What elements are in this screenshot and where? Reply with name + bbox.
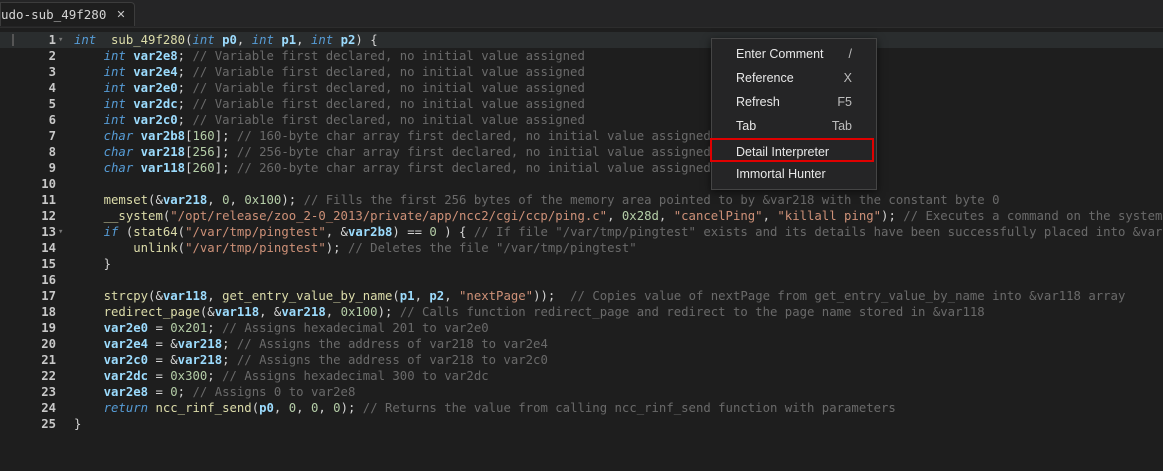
- code-line[interactable]: 22 var2dc = 0x300; // Assigns hexadecima…: [0, 368, 1163, 384]
- line-number: 3: [48, 65, 56, 79]
- gutter-marker: [12, 34, 22, 46]
- code-line[interactable]: 24 return ncc_rinf_send(p0, 0, 0, 0); //…: [0, 400, 1163, 416]
- line-number: 4: [48, 81, 56, 95]
- line-number: 5: [48, 97, 56, 111]
- code-line[interactable]: 15 }: [0, 256, 1163, 272]
- menu-item-tab[interactable]: Tab Tab: [712, 114, 876, 138]
- code-line[interactable]: 23 var2e8 = 0; // Assigns 0 to var2e8: [0, 384, 1163, 400]
- code-line[interactable]: 9 char var118[260]; // 260-byte char arr…: [0, 160, 1163, 176]
- line-number: 11: [41, 193, 56, 207]
- code-line[interactable]: 16: [0, 272, 1163, 288]
- menu-item-label: Reference: [736, 71, 794, 85]
- code-line[interactable]: 3 int var2e4; // Variable first declared…: [0, 64, 1163, 80]
- code-line[interactable]: 21 var2c0 = &var218; // Assigns the addr…: [0, 352, 1163, 368]
- code-text: return ncc_rinf_send(p0, 0, 0, 0); // Re…: [103, 401, 896, 415]
- code-text: }: [74, 417, 82, 431]
- context-menu: Enter Comment / Reference X Refresh F5 Tab Tab D…: [710, 38, 877, 190]
- code-text: int var2e0; // Variable first declared, …: [103, 81, 585, 95]
- menu-item-shortcut: Tab: [831, 119, 852, 133]
- line-number: 15: [41, 257, 56, 271]
- code-text: int sub_49f280(int p0, int p1, int p2) {: [74, 33, 378, 47]
- code-line[interactable]: 25}: [0, 416, 1163, 432]
- code-text: char var2b8[160]; // 160-byte char array…: [103, 129, 711, 143]
- code-text: int var2dc; // Variable first declared, …: [103, 97, 585, 111]
- line-number: 13: [41, 225, 56, 239]
- code-line[interactable]: 5 int var2dc; // Variable first declared…: [0, 96, 1163, 112]
- code-line[interactable]: 19 var2e0 = 0x201; // Assigns hexadecima…: [0, 320, 1163, 336]
- line-number: 6: [48, 113, 56, 127]
- fold-icon[interactable]: ▾: [58, 32, 68, 48]
- code-line[interactable]: 7 char var2b8[160]; // 160-byte char arr…: [0, 128, 1163, 144]
- fold-icon[interactable]: ▾: [58, 224, 68, 240]
- close-icon[interactable]: ✕: [116, 8, 125, 21]
- code-text: unlink("/var/tmp/pingtest"); // Deletes …: [133, 241, 637, 255]
- code-text: var2e8 = 0; // Assigns 0 to var2e8: [103, 385, 356, 399]
- menu-item-detail-interpreter[interactable]: Detail Interpreter: [710, 138, 874, 162]
- code-text: var2c0 = &var218; // Assigns the address…: [103, 353, 548, 367]
- tab-pseudocode[interactable]: udo-sub_49f280 ✕: [0, 2, 135, 26]
- line-number: 24: [41, 401, 56, 415]
- line-number: 1: [48, 33, 56, 47]
- code-text: redirect_page(&var118, &var218, 0x100); …: [103, 305, 985, 319]
- menu-item-label: Immortal Hunter: [736, 167, 826, 181]
- line-number: 21: [41, 353, 56, 367]
- code-line[interactable]: 14 unlink("/var/tmp/pingtest"); // Delet…: [0, 240, 1163, 256]
- code-line[interactable]: 1 ▾ int sub_49f280(int p0, int p1, int p2)…: [0, 32, 1163, 48]
- code-line[interactable]: 10: [0, 176, 1163, 192]
- code-line[interactable]: 4 int var2e0; // Variable first declared…: [0, 80, 1163, 96]
- menu-item-label: Refresh: [736, 95, 780, 109]
- code-line[interactable]: 17 strcpy(&var118, get_entry_value_by_na…: [0, 288, 1163, 304]
- code-text: int var2e8; // Variable first declared, …: [103, 49, 585, 63]
- code-line[interactable]: 12 __system("/opt/release/zoo_2-0_2013/p…: [0, 208, 1163, 224]
- line-number: 20: [41, 337, 56, 351]
- line-number: 7: [48, 129, 56, 143]
- code-line[interactable]: 2 int var2e8; // Variable first declared…: [0, 48, 1163, 64]
- menu-item-label: Enter Comment: [736, 47, 824, 61]
- menu-item-shortcut: X: [843, 71, 852, 85]
- line-number: 10: [41, 177, 56, 191]
- menu-item-enter-comment[interactable]: Enter Comment /: [712, 42, 876, 66]
- menu-item-label: Detail Interpreter: [736, 145, 830, 159]
- code-text: char var218[256]; // 256-byte char array…: [103, 145, 711, 159]
- code-editor[interactable]: 1 ▾ int sub_49f280(int p0, int p1, int p2)…: [0, 30, 1163, 471]
- code-text: char var118[260]; // 260-byte char array…: [103, 161, 711, 175]
- line-number: 2: [48, 49, 56, 63]
- code-line[interactable]: 13 ▾ if (stat64("/var/tmp/pingtest", &var…: [0, 224, 1163, 240]
- code-text: __system("/opt/release/zoo_2-0_2013/priv…: [103, 209, 1163, 223]
- code-text: strcpy(&var118, get_entry_value_by_name(…: [103, 289, 1126, 303]
- line-number: 18: [41, 305, 56, 319]
- code-text: int var2c0; // Variable first declared, …: [103, 113, 585, 127]
- menu-item-reference[interactable]: Reference X: [712, 66, 876, 90]
- code-line[interactable]: 8 char var218[256]; // 256-byte char arr…: [0, 144, 1163, 160]
- code-text: }: [74, 257, 112, 271]
- line-number: 17: [41, 289, 56, 303]
- line-number: 9: [48, 161, 56, 175]
- line-number: 14: [41, 241, 56, 255]
- code-text: if (stat64("/var/tmp/pingtest", &var2b8)…: [103, 225, 1163, 239]
- line-number: 25: [41, 417, 56, 431]
- menu-item-shortcut: /: [848, 47, 852, 61]
- code-line[interactable]: 6 int var2c0; // Variable first declared…: [0, 112, 1163, 128]
- code-text: memset(&var218, 0, 0x100); // Fills the …: [103, 193, 1000, 207]
- code-text: int var2e4; // Variable first declared, …: [103, 65, 585, 79]
- line-number: 22: [41, 369, 56, 383]
- line-number: 23: [41, 385, 56, 399]
- code-line[interactable]: 20 var2e4 = &var218; // Assigns the addr…: [0, 336, 1163, 352]
- tab-bar: udo-sub_49f280 ✕: [0, 0, 1163, 28]
- code-text: var2dc = 0x300; // Assigns hexadecimal 3…: [103, 369, 489, 383]
- menu-item-immortal-hunter[interactable]: Immortal Hunter: [712, 162, 876, 186]
- code-text: var2e4 = &var218; // Assigns the address…: [103, 337, 548, 351]
- tab-label: udo-sub_49f280: [1, 7, 107, 22]
- line-number: 8: [48, 145, 56, 159]
- code-line[interactable]: 18 redirect_page(&var118, &var218, 0x100…: [0, 304, 1163, 320]
- code-line[interactable]: 11 memset(&var218, 0, 0x100); // Fills t…: [0, 192, 1163, 208]
- menu-item-label: Tab: [736, 119, 757, 133]
- line-number: 12: [41, 209, 56, 223]
- line-number: 19: [41, 321, 56, 335]
- line-number: 16: [41, 273, 56, 287]
- menu-item-refresh[interactable]: Refresh F5: [712, 90, 876, 114]
- code-text: var2e0 = 0x201; // Assigns hexadecimal 2…: [103, 321, 489, 335]
- menu-item-shortcut: F5: [837, 95, 852, 109]
